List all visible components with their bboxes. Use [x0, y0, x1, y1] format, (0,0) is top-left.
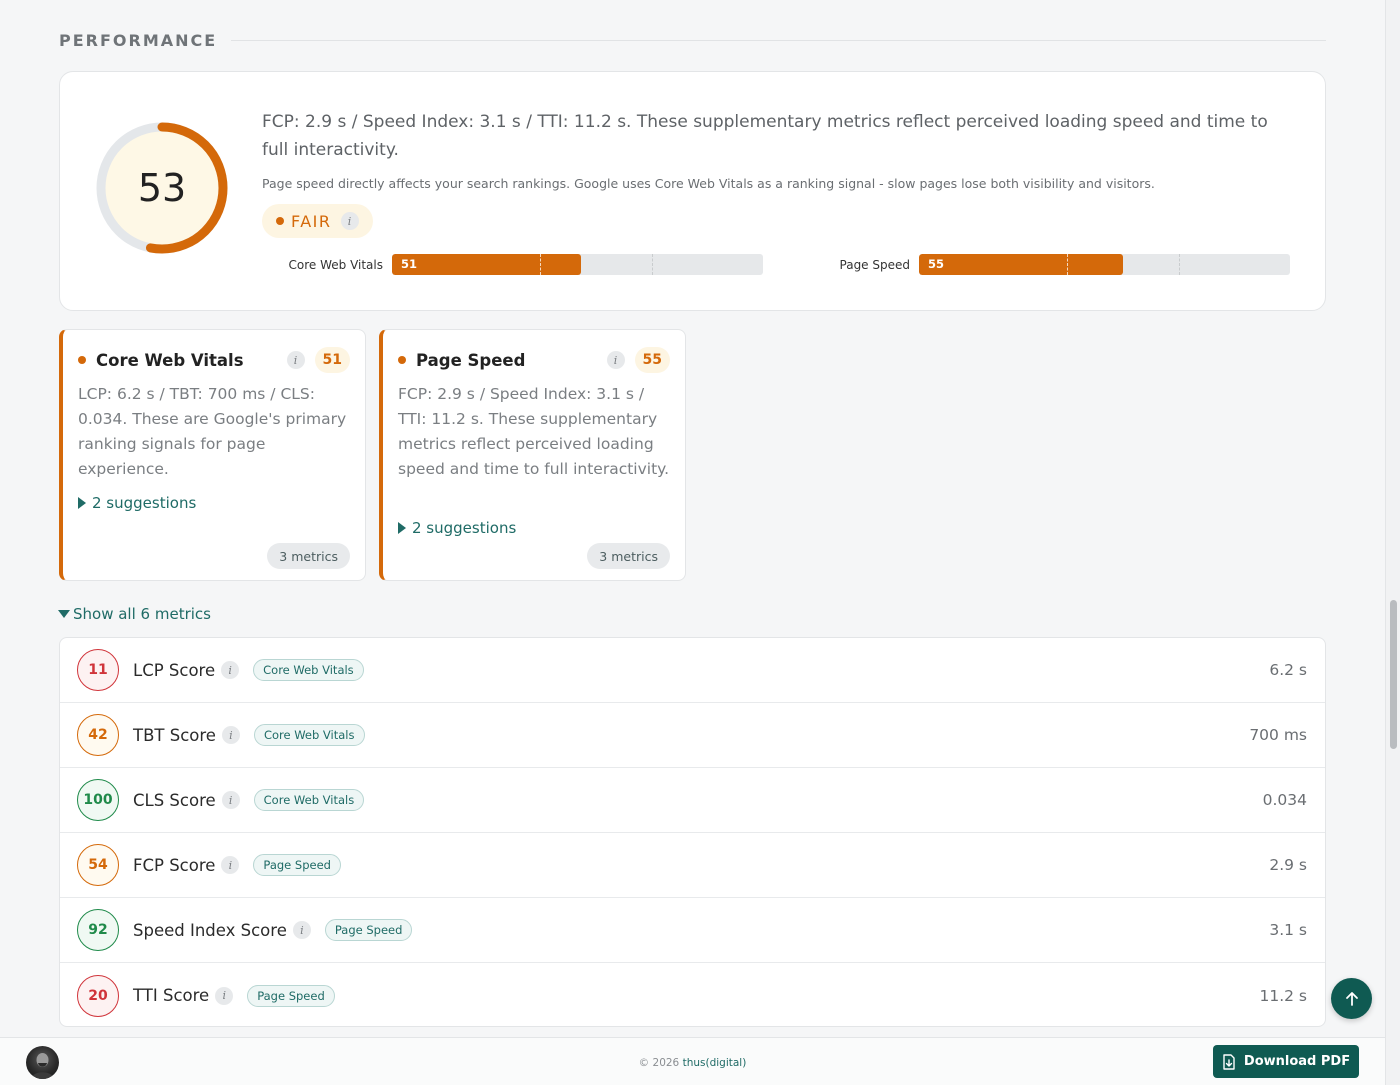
category-card-core-web-vitals: Core Web Vitals i 51 LCP: 6.2 s / TBT: 7…	[59, 329, 366, 581]
info-icon[interactable]: i	[606, 351, 625, 369]
category-description: FCP: 2.9 s / Speed Index: 3.1 s / TTI: 1…	[398, 385, 670, 478]
category-tag: Core Web Vitals	[253, 659, 364, 681]
metric-value: 11.2 s	[1259, 986, 1307, 1005]
metric-value: 6.2 s	[1269, 661, 1307, 679]
info-icon[interactable]: i	[221, 791, 240, 809]
bar-value: 55	[928, 257, 945, 271]
category-tag: Core Web Vitals	[253, 789, 365, 811]
summary-note: Page speed directly affects your search …	[262, 176, 1155, 191]
section-divider	[231, 39, 1326, 41]
info-icon[interactable]: i	[286, 351, 305, 369]
bar-row-core-web-vitals: Core Web Vitals 51	[262, 254, 763, 275]
category-score-badge: 55	[634, 347, 670, 373]
metric-name: CLS Score	[133, 790, 216, 810]
metric-name: TTI Score	[133, 986, 210, 1005]
metric-value: 0.034	[1262, 791, 1307, 809]
bar-fill	[919, 254, 1123, 275]
category-score-badge: 51	[314, 347, 350, 373]
bar-label: Core Web Vitals	[288, 257, 384, 272]
metric-name: LCP Score	[133, 660, 216, 680]
metric-row: 20 TTI Score i Page Speed 11.2 s	[60, 963, 1325, 1026]
metric-row: 42 TBT Score i Core Web Vitals 700 ms	[60, 703, 1325, 768]
show-all-metrics-toggle[interactable]: Show all 6 metrics	[58, 605, 211, 623]
bar-tick	[1067, 254, 1068, 275]
metric-score-circle: 11	[77, 649, 119, 691]
info-icon[interactable]: i	[215, 986, 234, 1005]
category-header: Core Web Vitals i 51	[78, 347, 350, 373]
copyright: © 2026 thus(digital)	[0, 1057, 1385, 1069]
metric-score-circle: 92	[77, 909, 119, 951]
metric-row: 100 CLS Score i Core Web Vitals 0.034	[60, 768, 1325, 833]
caret-right-icon	[398, 522, 406, 534]
download-pdf-label: Download PDF	[1243, 1054, 1351, 1069]
category-name: Page Speed	[416, 350, 526, 370]
suggestions-label: 2 suggestions	[412, 519, 517, 537]
rating-label: FAIR	[291, 211, 332, 231]
bar-fill	[392, 254, 581, 275]
bar-row-page-speed: Page Speed 55	[789, 254, 1290, 275]
category-description: LCP: 6.2 s / TBT: 700 ms / CLS: 0.034. T…	[78, 385, 347, 478]
show-all-label: Show all 6 metrics	[73, 605, 211, 623]
metric-row: 11 LCP Score i Core Web Vitals 6.2 s	[60, 638, 1325, 703]
metric-score-circle: 42	[77, 714, 119, 756]
category-tag: Page Speed	[253, 854, 341, 876]
page-scrollbar[interactable]	[1385, 0, 1400, 1085]
brand-link[interactable]: thus(digital)	[683, 1057, 747, 1069]
footer: © 2026 thus(digital) Download PDF	[0, 1037, 1385, 1085]
status-dot	[78, 356, 86, 364]
bar-tick	[540, 254, 541, 275]
info-icon[interactable]: i	[292, 921, 311, 939]
bar-track: 55	[919, 254, 1290, 275]
metric-score-circle: 100	[77, 779, 119, 821]
metric-name: TBT Score	[133, 725, 216, 745]
metric-score-circle: 20	[77, 974, 119, 1017]
copyright-prefix: © 2026	[638, 1057, 680, 1069]
bar-track: 51	[392, 254, 763, 275]
suggestions-toggle[interactable]: 2 suggestions	[398, 519, 516, 537]
status-dot	[398, 356, 406, 364]
category-name: Core Web Vitals	[96, 350, 244, 370]
page: PERFORMANCE 53 FCP: 2.9 s / Speed Index:…	[0, 0, 1385, 1085]
metric-row: 92 Speed Index Score i Page Speed 3.1 s	[60, 898, 1325, 963]
caret-right-icon	[78, 497, 86, 509]
metrics-count-pill: 3 metrics	[267, 543, 350, 569]
category-card-page-speed: Page Speed i 55 FCP: 2.9 s / Speed Index…	[379, 329, 686, 581]
metric-value: 700 ms	[1249, 726, 1307, 744]
back-to-top-button[interactable]	[1331, 978, 1372, 1019]
scrollbar-thumb[interactable]	[1390, 600, 1397, 749]
caret-down-icon	[58, 610, 70, 618]
metrics-count-pill: 3 metrics	[587, 543, 670, 569]
metrics-list: 11 LCP Score i Core Web Vitals 6.2 s 42 …	[59, 637, 1326, 1027]
metric-value: 3.1 s	[1269, 921, 1307, 939]
suggestions-label: 2 suggestions	[92, 494, 197, 512]
performance-summary-card: 53 FCP: 2.9 s / Speed Index: 3.1 s / TTI…	[59, 71, 1326, 311]
metric-row: 54 FCP Score i Page Speed 2.9 s	[60, 833, 1325, 898]
section-title: PERFORMANCE	[59, 30, 218, 50]
rating-badge: FAIR i	[262, 204, 373, 238]
metric-name: FCP Score	[133, 855, 216, 875]
metric-value: 2.9 s	[1269, 856, 1307, 874]
info-icon[interactable]: i	[221, 726, 240, 744]
category-header: Page Speed i 55	[398, 347, 670, 373]
info-icon[interactable]: i	[221, 856, 240, 874]
download-pdf-button[interactable]: Download PDF	[1213, 1045, 1359, 1078]
info-icon[interactable]: i	[340, 212, 359, 230]
overall-score: 53	[137, 166, 187, 210]
metric-score-circle: 54	[77, 844, 119, 886]
arrow-up-icon	[1345, 991, 1358, 1006]
bar-label: Page Speed	[839, 257, 910, 272]
suggestions-toggle[interactable]: 2 suggestions	[78, 494, 196, 512]
file-download-icon	[1223, 1053, 1235, 1070]
rating-dot	[276, 217, 284, 225]
category-tag: Core Web Vitals	[253, 724, 365, 746]
bar-tick	[1179, 254, 1180, 275]
metric-name: Speed Index Score	[133, 920, 287, 940]
bar-value: 51	[401, 257, 418, 271]
bar-tick	[652, 254, 653, 275]
summary-description: FCP: 2.9 s / Speed Index: 3.1 s / TTI: 1…	[262, 112, 1268, 160]
category-tag: Page Speed	[247, 984, 335, 1007]
category-tag: Page Speed	[324, 919, 413, 941]
info-icon[interactable]: i	[221, 661, 240, 679]
section-header: PERFORMANCE	[59, 30, 1326, 50]
